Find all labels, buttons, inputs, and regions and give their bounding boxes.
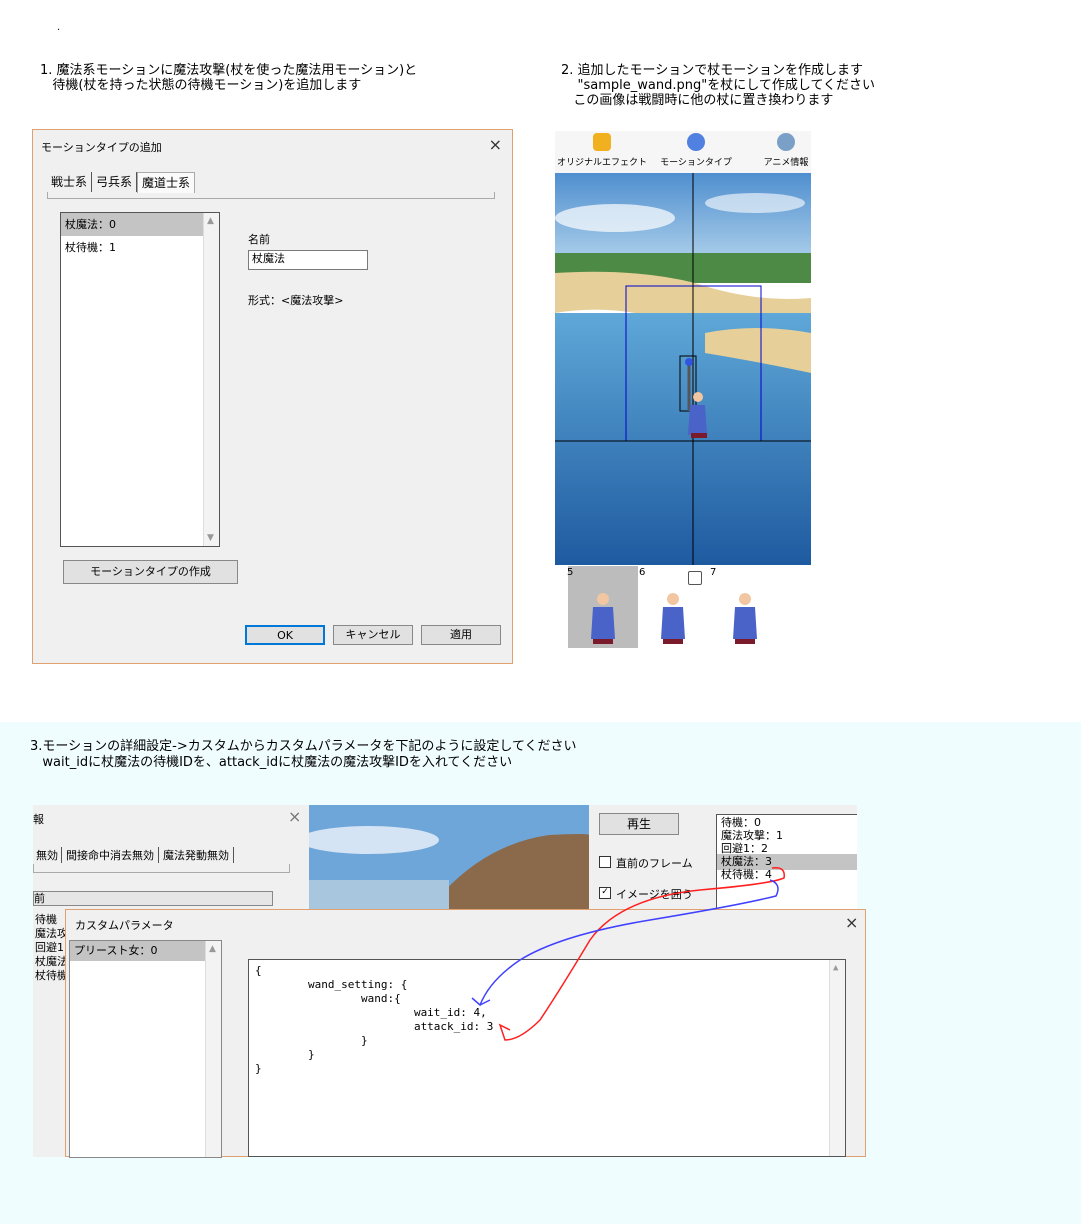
- motion-list-fragment[interactable]: 待機 魔法攻 回避1 杖魔法 杖待機: [35, 913, 68, 983]
- tab-bar: 戦士系 弓兵系 魔道士系: [47, 172, 196, 193]
- create-motion-type-button[interactable]: モーションタイプの作成: [63, 560, 238, 584]
- effect-book-icon: [593, 133, 611, 151]
- close-icon[interactable]: ×: [489, 135, 502, 154]
- step1-line2: 待機(杖を持った状態の待機モーション)を追加します: [40, 78, 362, 93]
- close-icon[interactable]: ×: [288, 807, 301, 826]
- format-label: 形式：<魔法攻撃>: [248, 294, 344, 307]
- toolbar-anime-info[interactable]: アニメ情報: [741, 133, 831, 168]
- people-icon: [687, 133, 705, 151]
- tab-invalid[interactable]: 無効: [33, 847, 62, 863]
- list-item[interactable]: 杖待機: [35, 969, 68, 983]
- name-label: 名前: [248, 233, 270, 246]
- beach-scene: [555, 173, 811, 565]
- apply-button[interactable]: 適用: [421, 625, 501, 645]
- motion-type-dialog: モーションタイプの追加 × 戦士系 弓兵系 魔道士系 杖魔法：0 杖待機：1 ▲…: [32, 129, 513, 664]
- custom-param-editor[interactable]: { wand_setting: { wand:{ wait_id: 4, att…: [248, 959, 846, 1157]
- gear-icon: [777, 133, 795, 151]
- frame-number: 5: [567, 567, 574, 578]
- step1-line1: 1. 魔法系モーションに魔法攻撃(杖を使った魔法用モーション)と: [40, 63, 418, 78]
- editor-toolbar: オリジナルエフェクト モーションタイプ アニメ情報: [555, 131, 811, 173]
- step2-line2: "sample_wand.png"を杖にして作成してください: [561, 78, 876, 93]
- stray-dot: .: [57, 22, 61, 33]
- step3-line1: 3.モーションの詳細設定->カスタムからカスタムパラメータを下記のように設定して…: [30, 739, 577, 754]
- name-input[interactable]: 杖魔法: [248, 250, 368, 270]
- scroll-up-icon[interactable]: ▲: [209, 944, 216, 954]
- list-item[interactable]: 待機: [35, 913, 68, 927]
- code-line: }: [255, 1062, 262, 1075]
- list-scrollbar[interactable]: ▲: [205, 941, 221, 1157]
- image-enclose-label: イメージを囲う: [616, 888, 693, 901]
- list-item[interactable]: 回避1: [35, 941, 68, 955]
- animation-preview[interactable]: [555, 173, 811, 565]
- list-item[interactable]: 杖魔法: [35, 955, 68, 969]
- editor-scrollbar[interactable]: ▲: [829, 960, 845, 1156]
- step3-line2: wait_idに杖魔法の待機IDを、attack_idに杖魔法の魔法攻撃IDを入…: [30, 755, 513, 770]
- list-item-selected[interactable]: プリースト女：0: [70, 941, 205, 961]
- code-line: wait_id: 4,: [255, 1006, 487, 1019]
- code-line: }: [255, 1048, 315, 1061]
- tab-panel-border: [47, 192, 495, 199]
- param-list[interactable]: プリースト女：0 ▲: [69, 940, 222, 1158]
- tab-bar: 無効 間接命中消去無効 魔法発動無効: [33, 847, 234, 863]
- code-line: }: [255, 1034, 368, 1047]
- step2-line3: この画像は戦闘時に他の杖に置き換わります: [561, 93, 834, 108]
- frame-number: 7: [710, 567, 717, 578]
- step2-line1: 2. 追加したモーションで杖モーションを作成します: [561, 63, 864, 78]
- list-item[interactable]: 杖待機：4: [717, 867, 857, 883]
- play-button[interactable]: 再生: [599, 813, 679, 835]
- close-icon[interactable]: ×: [845, 913, 858, 932]
- prev-frame-checkbox[interactable]: [599, 856, 611, 868]
- list-header: 前: [33, 891, 273, 906]
- toolbar-motion-type[interactable]: モーションタイプ: [651, 133, 741, 168]
- background-preview: [309, 805, 589, 909]
- motion-type-list[interactable]: 杖魔法：0 杖待機：1 ▲ ▼: [60, 212, 220, 547]
- toolbar-label: モーションタイプ: [660, 158, 732, 168]
- list-item[interactable]: 杖待機：1: [61, 236, 219, 259]
- image-enclose-checkbox[interactable]: ✓: [599, 887, 611, 899]
- code-line: wand:{: [255, 992, 401, 1005]
- tab-warrior[interactable]: 戦士系: [47, 172, 93, 192]
- window-title-fragment: 報: [33, 813, 44, 826]
- tab-archer[interactable]: 弓兵系: [92, 172, 138, 192]
- ok-button[interactable]: OK: [245, 625, 325, 645]
- character-sprite: [661, 593, 685, 644]
- dialog-title: モーションタイプの追加: [41, 141, 162, 154]
- list-item[interactable]: 魔法攻: [35, 927, 68, 941]
- scroll-down-icon[interactable]: ▼: [207, 533, 214, 543]
- toolbar-original-effect[interactable]: オリジナルエフェクト: [557, 133, 647, 168]
- code-line: {: [255, 964, 262, 977]
- tab-indirect-hit[interactable]: 間接命中消去無効: [62, 847, 159, 863]
- prev-frame-label: 直前のフレーム: [616, 857, 693, 870]
- dialog-title: カスタムパラメータ: [75, 919, 174, 932]
- tab-panel-border: [33, 864, 290, 873]
- code-line: attack_id: 3: [255, 1020, 494, 1033]
- cancel-button[interactable]: キャンセル: [333, 625, 413, 645]
- toolbar-label: アニメ情報: [763, 158, 809, 168]
- tab-mage[interactable]: 魔道士系: [137, 172, 196, 193]
- list-item[interactable]: 杖魔法：0: [61, 213, 219, 236]
- scroll-up-icon[interactable]: ▲: [833, 963, 838, 973]
- scroll-up-icon[interactable]: ▲: [207, 216, 214, 226]
- code-line: wand_setting: {: [255, 978, 408, 991]
- character-sprite: [591, 593, 615, 644]
- tab-magic-invalid[interactable]: 魔法発動無効: [159, 847, 234, 863]
- toolbar-label: オリジナルエフェクト: [557, 158, 648, 168]
- list-scrollbar[interactable]: ▲ ▼: [203, 213, 219, 546]
- frame-strip[interactable]: 5 6 7: [555, 566, 775, 648]
- character-sprite: [733, 593, 757, 644]
- frame-number: 6: [639, 567, 646, 578]
- motion-list[interactable]: 待機：0 魔法攻撃：1 回避1：2 杖魔法：3 杖待機：4: [716, 814, 857, 911]
